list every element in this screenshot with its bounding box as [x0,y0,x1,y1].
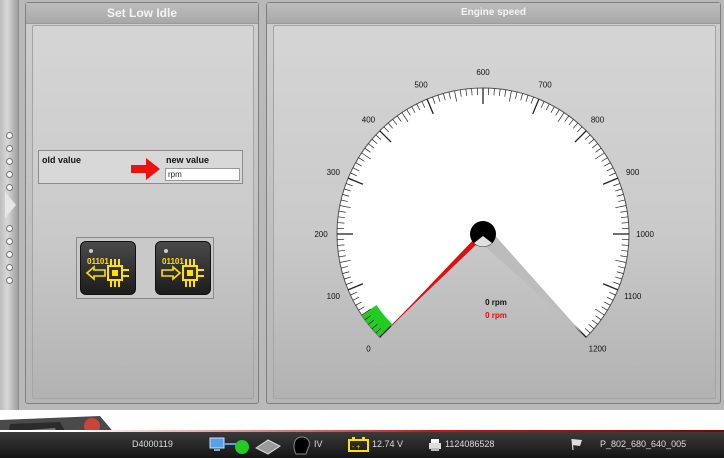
device-serial: 1124086528 [445,439,495,449]
gauge-scale-label: 0 [366,345,371,354]
checkered-flag-icon [571,438,582,451]
access-level: IV [314,439,323,449]
battery-icon: - + [348,437,369,452]
gauge-scale-label: 300 [327,168,341,177]
gauge-scale-label: 700 [538,80,552,89]
gauge-scale-label: 400 [362,115,376,124]
battery-voltage: 12.74 V [372,439,404,449]
session-id: D4000119 [132,439,173,449]
gauge-scale-label: 500 [414,80,428,89]
svg-text:- +: - + [352,444,360,451]
user-head-icon [293,436,310,455]
gauge-scale-label: 900 [626,168,640,177]
status-bar: D4000119 IV - + 12.74 V 1124086528 P_802… [0,410,724,458]
engine-speed-gauge: 0 100 200 300 400 500 600 700 800 900 1000 1100 1200… [314,68,654,354]
gauge-scale-label: 600 [476,68,490,77]
connection-icons [209,437,281,455]
gauge-dial [336,87,630,338]
gauge-scale-label: 1100 [624,292,642,301]
rpm-readout: 0 rpm [485,298,507,307]
rpm-readout-red: 0 rpm [485,311,507,320]
computer-icon [209,437,225,449]
program-code: P_802_680_640_005 [600,439,687,449]
printer-icon [429,439,441,451]
vci-device-icon [255,439,281,455]
gauge-scale-label: 200 [314,230,328,239]
connection-status-icon [235,440,249,454]
gauge-scale-label: 1200 [589,345,607,354]
gauge-scale-label: 100 [327,292,341,301]
gauge-scale-label: 800 [591,115,605,124]
gauge-scale-label: 1000 [636,230,654,239]
